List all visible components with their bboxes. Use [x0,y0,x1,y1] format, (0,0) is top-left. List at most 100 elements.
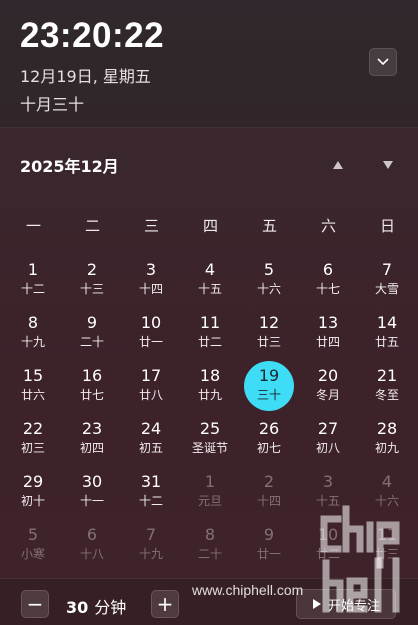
calendar-day[interactable]: 14 廿五 [361,313,413,361]
day-lunar-label: 廿九 [197,388,222,402]
calendar-day[interactable]: 20 冬月 [302,366,354,414]
next-month-button[interactable] [378,155,398,175]
calendar-day[interactable]: 2 十四 [243,472,295,520]
day-number: 30 [81,472,103,491]
calendar-day[interactable]: 9 二十 [66,313,118,361]
duration-unit: 分钟 [94,598,127,617]
day-number: 19 [258,366,280,385]
calendar-day-today[interactable]: 19 三十 [243,361,295,414]
calendar-day[interactable]: 6 十八 [66,525,118,573]
day-number: 10 [140,313,162,332]
day-lunar-label: 廿六 [20,388,45,402]
calendar-day[interactable]: 18 廿九 [184,366,236,414]
calendar-day[interactable]: 22 初三 [7,419,59,467]
day-lunar-label: 廿二 [197,335,222,349]
day-number: 5 [263,260,275,279]
calendar-day[interactable]: 8 十九 [7,313,59,361]
decrease-duration-button[interactable]: − [21,590,49,618]
day-number: 28 [376,419,398,438]
day-number: 3 [322,472,334,491]
day-lunar-label: 初七 [256,441,281,455]
day-lunar-label: 三十 [256,388,281,402]
calendar-day[interactable]: 26 初七 [243,419,295,467]
calendar-day[interactable]: 25 圣诞节 [184,419,236,467]
day-number: 26 [258,419,280,438]
calendar-day[interactable]: 30 十一 [66,472,118,520]
day-number: 6 [86,525,98,544]
calendar-day[interactable]: 10 廿一 [125,313,177,361]
calendar-day[interactable]: 11 廿二 [184,313,236,361]
calendar-day[interactable]: 13 廿四 [302,313,354,361]
day-number: 27 [317,419,339,438]
day-lunar-label: 十七 [315,282,340,296]
day-number: 2 [263,472,275,491]
day-lunar-label: 廿五 [374,335,399,349]
day-lunar-label: 廿一 [256,547,281,561]
day-lunar-label: 二十 [197,547,222,561]
calendar-day[interactable]: 29 初十 [7,472,59,520]
day-lunar-label: 初八 [315,441,340,455]
calendar-day[interactable]: 5 小寒 [7,525,59,573]
calendar-day[interactable]: 27 初八 [302,419,354,467]
calendar-day[interactable]: 7 十九 [125,525,177,573]
day-lunar-label: 初三 [20,441,45,455]
calendar-day[interactable]: 8 二十 [184,525,236,573]
calendar-day[interactable]: 15 廿六 [7,366,59,414]
day-number: 22 [22,419,44,438]
calendar-day[interactable]: 7 大雪 [361,260,413,308]
increase-duration-button[interactable]: + [151,590,179,618]
calendar-day[interactable]: 31 十二 [125,472,177,520]
day-number: 8 [204,525,216,544]
previous-month-button[interactable] [328,155,348,175]
day-number: 5 [27,525,39,544]
calendar-day[interactable]: 1 元旦 [184,472,236,520]
day-lunar-label: 廿一 [138,335,163,349]
focus-duration: 30 分钟 [66,594,126,618]
chevron-down-icon [377,58,389,66]
calendar-day[interactable]: 28 初九 [361,419,413,467]
day-number: 12 [258,313,280,332]
calendar-day[interactable]: 23 初四 [66,419,118,467]
calendar-day[interactable]: 24 初五 [125,419,177,467]
day-lunar-label: 初十 [20,494,45,508]
day-number: 20 [317,366,339,385]
day-lunar-label: 初五 [138,441,163,455]
calendar-day[interactable]: 1 十二 [7,260,59,308]
day-lunar-label: 十八 [79,547,104,561]
day-lunar-label: 廿三 [256,335,281,349]
calendar-day[interactable]: 4 十五 [184,260,236,308]
day-number: 23 [81,419,103,438]
day-lunar-label: 十一 [79,494,104,508]
day-number: 24 [140,419,162,438]
day-number: 9 [263,525,275,544]
weekday-label: 一 [25,217,41,235]
calendar-day[interactable]: 5 十六 [243,260,295,308]
day-lunar-label: 圣诞节 [191,441,228,455]
calendar-day[interactable]: 16 廿七 [66,366,118,414]
day-number: 8 [27,313,39,332]
day-number: 13 [317,313,339,332]
triangle-up-icon [333,161,343,169]
day-number: 17 [140,366,162,385]
weekday-label: 二 [84,217,100,235]
calendar-day[interactable]: 9 廿一 [243,525,295,573]
day-lunar-label: 廿四 [315,335,340,349]
calendar-day[interactable]: 17 廿八 [125,366,177,414]
calendar-day[interactable]: 21 冬至 [361,366,413,414]
calendar-day[interactable]: 6 十七 [302,260,354,308]
day-lunar-label: 初四 [79,441,104,455]
day-number: 7 [145,525,157,544]
day-lunar-label: 廿七 [79,388,104,402]
weekday-label: 日 [379,217,395,235]
collapse-button[interactable] [369,48,397,76]
watermark-url: www.chiphell.com [192,582,304,598]
month-title: 2025年12月 [20,157,119,176]
weekday-label: 四 [202,217,218,235]
day-lunar-label: 冬月 [315,388,340,402]
calendar-day[interactable]: 2 十三 [66,260,118,308]
day-number: 21 [376,366,398,385]
day-lunar-label: 十四 [138,282,163,296]
calendar-day[interactable]: 12 廿三 [243,313,295,361]
day-lunar-label: 十五 [197,282,222,296]
calendar-day[interactable]: 3 十四 [125,260,177,308]
